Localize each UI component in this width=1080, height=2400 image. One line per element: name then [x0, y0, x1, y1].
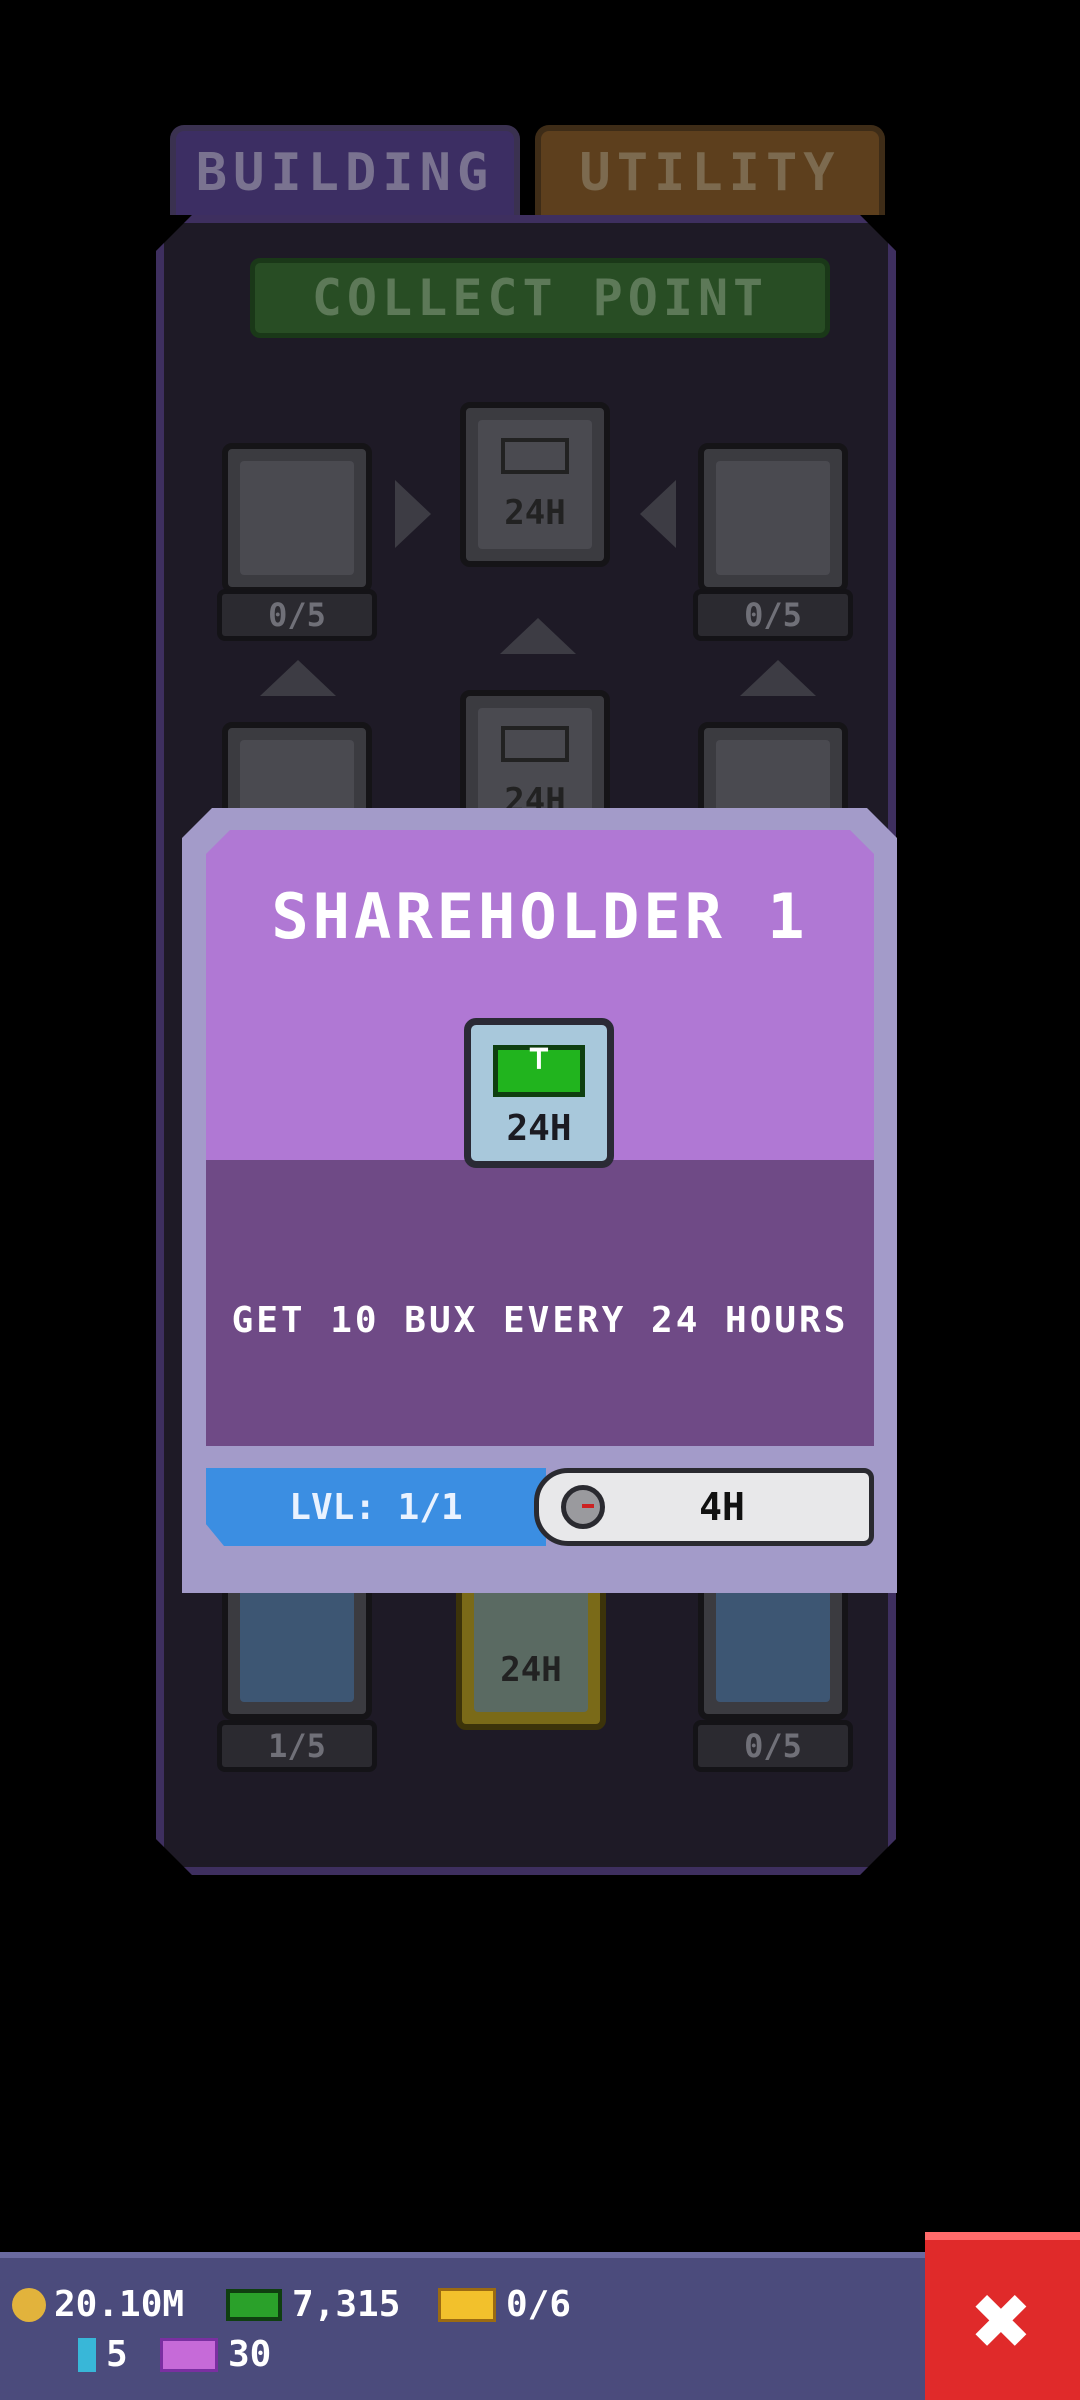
- node-count-left-bottom: 1/5: [217, 1720, 377, 1772]
- ticket-icon: [438, 2287, 496, 2322]
- level-indicator: LVL: 1/1: [206, 1468, 546, 1546]
- vip-ticket-icon: [160, 2337, 218, 2372]
- close-icon: ✖: [972, 2261, 1033, 2379]
- gems-counter: 5: [78, 2334, 128, 2375]
- cash-bill-icon: [501, 438, 569, 474]
- tickets-counter: 0/6: [438, 2284, 571, 2325]
- resource-bar: [0, 2252, 925, 2400]
- gems-value: 5: [106, 2334, 128, 2375]
- close-button[interactable]: ✖: [925, 2232, 1080, 2400]
- arrow-up-icon: [260, 660, 336, 696]
- node-count-left-top: 0/5: [217, 589, 377, 641]
- timer-value: 4H: [699, 1485, 745, 1529]
- node-count-right-bottom: 0/5: [693, 1720, 853, 1772]
- cash-bill-icon: ⊤ 24H: [464, 1018, 614, 1168]
- tickets-value: 0/6: [506, 2284, 572, 2325]
- coin-icon: [12, 2287, 46, 2322]
- arrow-right-icon: [395, 480, 431, 548]
- coins-counter: 20.10M: [12, 2284, 184, 2325]
- arrow-left-icon: [640, 480, 676, 548]
- popup-description: GET 10 BUX EVERY 24 HOURS: [231, 1300, 849, 1341]
- popup-content: SHAREHOLDER 1 ⊤ 24H GET 10 BUX EVERY 24 …: [206, 830, 874, 1550]
- tab-building[interactable]: BUILDING: [170, 125, 520, 215]
- popup-title: SHAREHOLDER 1: [271, 880, 809, 953]
- node-label: 24H: [504, 493, 566, 533]
- icon-label: 24H: [506, 1108, 572, 1149]
- upgrade-node-right-top[interactable]: [698, 443, 848, 593]
- cash-bill-icon: [501, 726, 569, 762]
- arrow-up-icon: [500, 618, 576, 654]
- node-label: 24H: [500, 1650, 562, 1690]
- bux-icon: [226, 2288, 282, 2321]
- arrow-up-icon: [740, 660, 816, 696]
- clock-icon: [561, 1485, 605, 1529]
- gem-icon: [78, 2337, 96, 2372]
- bux-counter: 7,315: [226, 2284, 400, 2325]
- vip-tickets-counter: 30: [160, 2334, 271, 2375]
- timer-badge: 4H: [534, 1468, 874, 1546]
- tab-utility[interactable]: UTILITY: [535, 125, 885, 215]
- node-count-right-top: 0/5: [693, 589, 853, 641]
- vip-tickets-value: 30: [228, 2334, 272, 2375]
- bux-value: 7,315: [292, 2284, 401, 2325]
- collect-point-header: COLLECT POINT: [250, 258, 830, 338]
- shareholder-node-top[interactable]: 24H: [460, 402, 610, 567]
- upgrade-node-left-top[interactable]: [222, 443, 372, 593]
- coins-value: 20.10M: [54, 2284, 185, 2325]
